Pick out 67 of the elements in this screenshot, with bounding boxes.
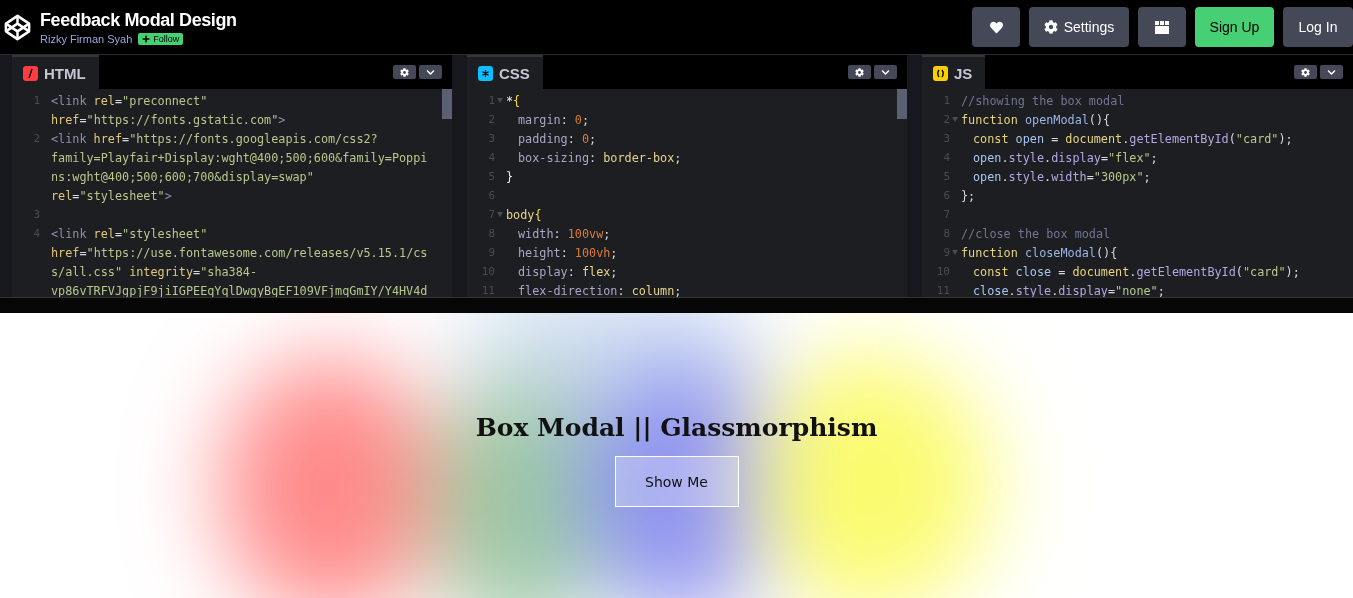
code-line: display: flex; xyxy=(518,264,618,279)
preview-title: Box Modal || Glassmorphism xyxy=(475,413,878,442)
code-line: ns:wght@400;500;600;700&display=swap" xyxy=(51,169,314,184)
settings-button[interactable] xyxy=(1294,65,1317,79)
dropdown-button[interactable] xyxy=(1320,65,1343,79)
code-line: //showing the box modal xyxy=(961,93,1125,108)
sign-up-button[interactable]: Sign Up xyxy=(1195,7,1274,47)
code-line: href="https://fonts.gstatic.com"> xyxy=(51,112,286,127)
code-line: //close the box modal xyxy=(961,226,1111,241)
code-line: padding: 0; xyxy=(518,131,597,146)
editor-tab[interactable]: JS xyxy=(922,55,986,89)
gear-icon xyxy=(400,67,409,77)
settings-button[interactable] xyxy=(848,65,871,79)
code-line: *{ xyxy=(506,93,521,108)
scrollbar-thumb[interactable] xyxy=(442,89,452,119)
settings-button[interactable] xyxy=(393,65,416,79)
code-line: function openModal(){ xyxy=(961,112,1111,127)
log-in-button[interactable]: Log In xyxy=(1283,7,1353,47)
heart-button[interactable] xyxy=(972,7,1020,47)
code-line: box-sizing: border-box; xyxy=(518,150,682,165)
editor-tab[interactable]: HTML xyxy=(12,55,99,89)
code-line: <link href="https://fonts.googleapis.com/css2? xyxy=(51,131,378,146)
code-line: href="https://use.fontawesome.com/releases/v5.15.1/cs xyxy=(51,245,428,260)
dropdown-button[interactable] xyxy=(419,65,442,79)
show-me-button[interactable]: Show Me xyxy=(614,456,739,507)
chevron-down-icon xyxy=(426,67,435,77)
code-line: vp86vTRFVJgpjF9jiIGPEEqYqlDwgyBgEF109VFjmqGmIY/Y4HV4d xyxy=(51,283,428,297)
code-line: height: 100vh; xyxy=(518,245,618,260)
asterisk-icon xyxy=(478,65,493,81)
code-line: const open = document.getElementById("card"); xyxy=(973,131,1293,146)
code-line: rel="stylesheet"> xyxy=(51,188,172,203)
parentheses-icon xyxy=(933,65,948,81)
code-line: body{ xyxy=(506,207,542,222)
code-line: width: 100vw; xyxy=(518,226,611,241)
dropdown-button[interactable] xyxy=(874,65,897,79)
gear-icon xyxy=(1301,67,1310,77)
pen-title: Feedback Modal Design xyxy=(40,9,238,31)
plus-icon xyxy=(142,34,151,43)
code-line: open.style.display="flex"; xyxy=(973,150,1158,165)
code-editor[interactable] xyxy=(12,55,452,297)
code-line: margin: 0; xyxy=(518,112,590,127)
editor-tab[interactable]: CSS xyxy=(467,55,543,89)
code-line: function closeModal(){ xyxy=(961,245,1118,260)
code-line: <link rel="preconnect" xyxy=(51,93,208,108)
code-line: s/all.css" integrity="sha384- xyxy=(51,264,257,279)
code-line: }; xyxy=(961,188,976,203)
chevron-down-icon xyxy=(1327,67,1336,77)
code-line: close.style.display="none"; xyxy=(973,283,1165,297)
code-line: open.style.width="300px"; xyxy=(973,169,1151,184)
chevron-down-icon xyxy=(881,67,890,77)
heart-icon xyxy=(989,20,1003,34)
layout-icon xyxy=(1155,20,1169,34)
author-link[interactable]: Rizky Firman Syah xyxy=(40,32,133,45)
code-line: } xyxy=(506,169,514,184)
code-line: const close = document.getElementById("card"); xyxy=(973,264,1300,279)
gear-icon xyxy=(1043,20,1058,34)
code-line: <link rel="stylesheet" xyxy=(51,226,208,241)
code-editor[interactable] xyxy=(922,55,1353,297)
layout-button[interactable] xyxy=(1138,7,1186,47)
code-line: flex-direction: column; xyxy=(518,283,682,297)
settings-button[interactable]: Settings xyxy=(1029,7,1129,47)
code-line: family=Playfair+Display:wght@400;500;600&family=Poppi xyxy=(51,150,428,165)
follow-button[interactable]: Follow xyxy=(138,32,184,45)
gear-icon xyxy=(855,67,864,77)
cube-logo-icon[interactable] xyxy=(3,12,32,42)
scrollbar-thumb[interactable] xyxy=(897,89,907,119)
slash-icon xyxy=(23,65,38,81)
